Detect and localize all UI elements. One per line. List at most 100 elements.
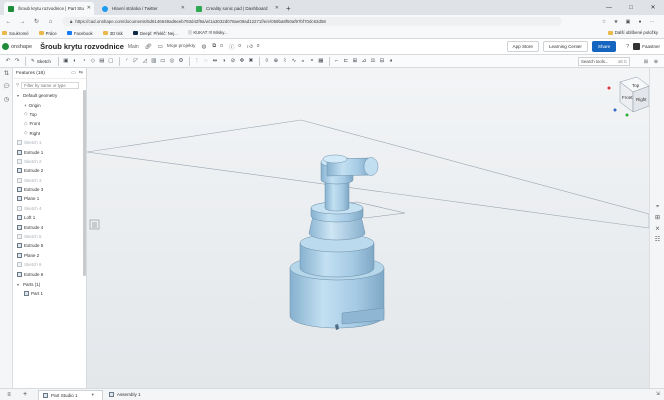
loft-icon[interactable]: ◇ — [89, 57, 97, 65]
folder-icon[interactable]: ▭ — [71, 70, 76, 76]
plane-front-item[interactable]: ◇ Front — [13, 119, 86, 128]
linear-pattern-icon[interactable]: ⋮ — [193, 57, 201, 65]
close-window-button[interactable]: ✕ — [642, 0, 664, 15]
extrude-icon[interactable]: ▣ — [62, 57, 70, 65]
feature-item[interactable]: Plane 1 — [13, 194, 86, 203]
feature-item[interactable]: Sketch 5 — [13, 232, 86, 241]
chamfer-icon[interactable]: ◸ — [132, 57, 140, 65]
branch-label[interactable]: Main — [128, 44, 139, 50]
configurations-icon[interactable]: ⊞ — [650, 213, 664, 224]
enclose-icon[interactable]: ▢ — [107, 57, 115, 65]
draft-icon[interactable]: ◿ — [141, 57, 149, 65]
view-cube[interactable]: Top Front Right — [607, 76, 650, 117]
bookmark-item[interactable]: Deepl: Překlč: Nej... — [132, 31, 178, 36]
tab-part-studio[interactable]: Part Studio 1 ▾ — [38, 389, 103, 400]
feature-list-icon[interactable]: ⇅ — [0, 68, 13, 81]
feature-item[interactable]: Sketch 2 — [13, 157, 86, 166]
part-item[interactable]: Part 1 — [13, 289, 86, 298]
history-icon[interactable]: ◷ — [0, 94, 13, 107]
revolve-icon[interactable]: ◐ — [71, 57, 79, 65]
close-tab-icon[interactable]: ✕ — [181, 5, 185, 11]
help-icon[interactable]: ? — [626, 44, 629, 50]
mate-connector-icon[interactable]: ⊕ — [272, 57, 280, 65]
default-geometry-group[interactable]: ▾ Default geometry — [13, 91, 86, 100]
thread-icon[interactable]: ⚙ — [177, 57, 185, 65]
more-icon[interactable]: ⋯ — [648, 17, 656, 26]
variables-icon[interactable]: ⨯ — [650, 224, 664, 235]
plane-top-item[interactable]: ◇ Top — [13, 110, 86, 119]
sketch-button[interactable]: ✎ Sketch — [31, 58, 51, 64]
redo-icon[interactable]: ↷ — [13, 57, 21, 65]
user-menu[interactable]: Faastner — [633, 43, 660, 50]
curve-icon[interactable]: ∿ — [290, 57, 298, 65]
bookmark-item[interactable]: Facebook — [66, 31, 93, 36]
flange-icon[interactable]: ⊏ — [342, 57, 350, 65]
shell-icon[interactable]: ▭ — [159, 57, 167, 65]
display-list-icon[interactable] — [89, 219, 100, 230]
custom-features-icon[interactable]: ⊞ — [642, 57, 650, 66]
close-tab-icon[interactable]: ✕ — [87, 5, 91, 11]
section-view-icon[interactable]: ⊟ — [378, 57, 386, 65]
star-icon[interactable]: ☆ — [600, 17, 608, 26]
feature-item[interactable]: Sketch 1 — [13, 138, 86, 147]
rollback-icon[interactable]: ⇆ — [79, 70, 83, 76]
profile-icon[interactable]: ● — [636, 17, 644, 26]
parts-group[interactable]: ▾ Parts (1) — [13, 280, 86, 289]
onshape-logo[interactable]: onshape — [2, 43, 32, 50]
add-custom-feature-icon[interactable]: ⊕ — [652, 57, 660, 66]
surface-icon[interactable]: ◒ — [299, 57, 307, 65]
fillet-icon[interactable]: ◜ — [123, 57, 131, 65]
feature-item[interactable]: Loft 1 — [13, 213, 86, 222]
other-bookmarks[interactable]: Další oblíbené položky — [607, 30, 658, 35]
like-icon[interactable]: 👍︎ — [247, 44, 253, 50]
new-tab-button[interactable]: + — [286, 2, 291, 15]
collections-icon[interactable]: ▣ — [624, 17, 632, 26]
tab-menu-icon[interactable]: ▾ — [92, 392, 94, 398]
sweep-icon[interactable]: ◔ — [80, 57, 88, 65]
bom-icon[interactable]: ☷ — [650, 235, 664, 246]
bookmark-item[interactable]: Práce — [38, 31, 57, 36]
rib-icon[interactable]: ▥ — [150, 57, 158, 65]
undo-icon[interactable]: ↶ — [4, 57, 12, 65]
tab-assembly[interactable]: Assembly 1 — [105, 390, 149, 400]
feature-item[interactable]: Extrude 5 — [13, 241, 86, 250]
tabs-menu-icon[interactable]: ≡ — [4, 392, 14, 398]
filter-input[interactable] — [21, 81, 80, 89]
bookmark-item[interactable]: Soukromé — [2, 31, 29, 36]
transform-icon[interactable]: ✥ — [238, 57, 246, 65]
favorites-icon[interactable]: ★ — [612, 17, 620, 26]
fill-icon[interactable]: ▦ — [317, 57, 325, 65]
split-icon[interactable]: ⊘ — [229, 57, 237, 65]
feature-item[interactable]: Extrude 6 — [13, 269, 86, 278]
appearance-icon[interactable]: ◕ — [387, 57, 395, 65]
link-icon[interactable]: 🔗︎ — [145, 44, 152, 50]
bookmark-item[interactable]: 3D tisk — [102, 31, 123, 36]
plane-right-item[interactable]: ◇ Right — [13, 129, 86, 138]
plane-icon[interactable]: ◊ — [263, 57, 271, 65]
browser-tab-twitter[interactable]: Hlavní stránka / Twitter ✕ — [98, 2, 188, 15]
mirror-icon[interactable]: ⇹ — [211, 57, 219, 65]
caret-down-icon[interactable]: ▾ — [17, 93, 22, 98]
feature-item[interactable]: Sketch 4 — [13, 204, 86, 213]
boolean-icon[interactable]: ◑ — [220, 57, 228, 65]
feature-item[interactable]: Extrude 3 — [13, 185, 86, 194]
thicken-icon[interactable]: ▤ — [98, 57, 106, 65]
url-field[interactable]: 🔒︎ https://cad.onshape.com/documents/5d6… — [62, 17, 562, 26]
measure-icon[interactable]: ⊿ — [360, 57, 368, 65]
home-icon[interactable]: ⌂ — [46, 17, 55, 26]
feature-item[interactable]: Extrude 2 — [13, 166, 86, 175]
forward-icon[interactable]: → — [18, 17, 27, 26]
feature-item[interactable]: Sketch 6 — [13, 260, 86, 269]
hole-icon[interactable]: ◎ — [168, 57, 176, 65]
comments-icon[interactable]: 💬︎ — [0, 81, 13, 94]
frame-icon[interactable]: ⊞ — [351, 57, 359, 65]
feature-list-scrollbar[interactable] — [83, 90, 86, 276]
back-icon[interactable]: ← — [4, 17, 13, 26]
info-icon[interactable]: ⓘ — [229, 43, 235, 51]
appearance-panel-icon[interactable]: ◓ — [650, 202, 664, 213]
project-link[interactable]: Moje projekty — [167, 44, 196, 49]
reload-icon[interactable]: ↻ — [32, 17, 41, 26]
learning-center-button[interactable]: Learning Center — [542, 41, 588, 52]
feature-item[interactable]: Extrude 4 — [13, 222, 86, 231]
feature-item[interactable]: Plane 2 — [13, 251, 86, 260]
